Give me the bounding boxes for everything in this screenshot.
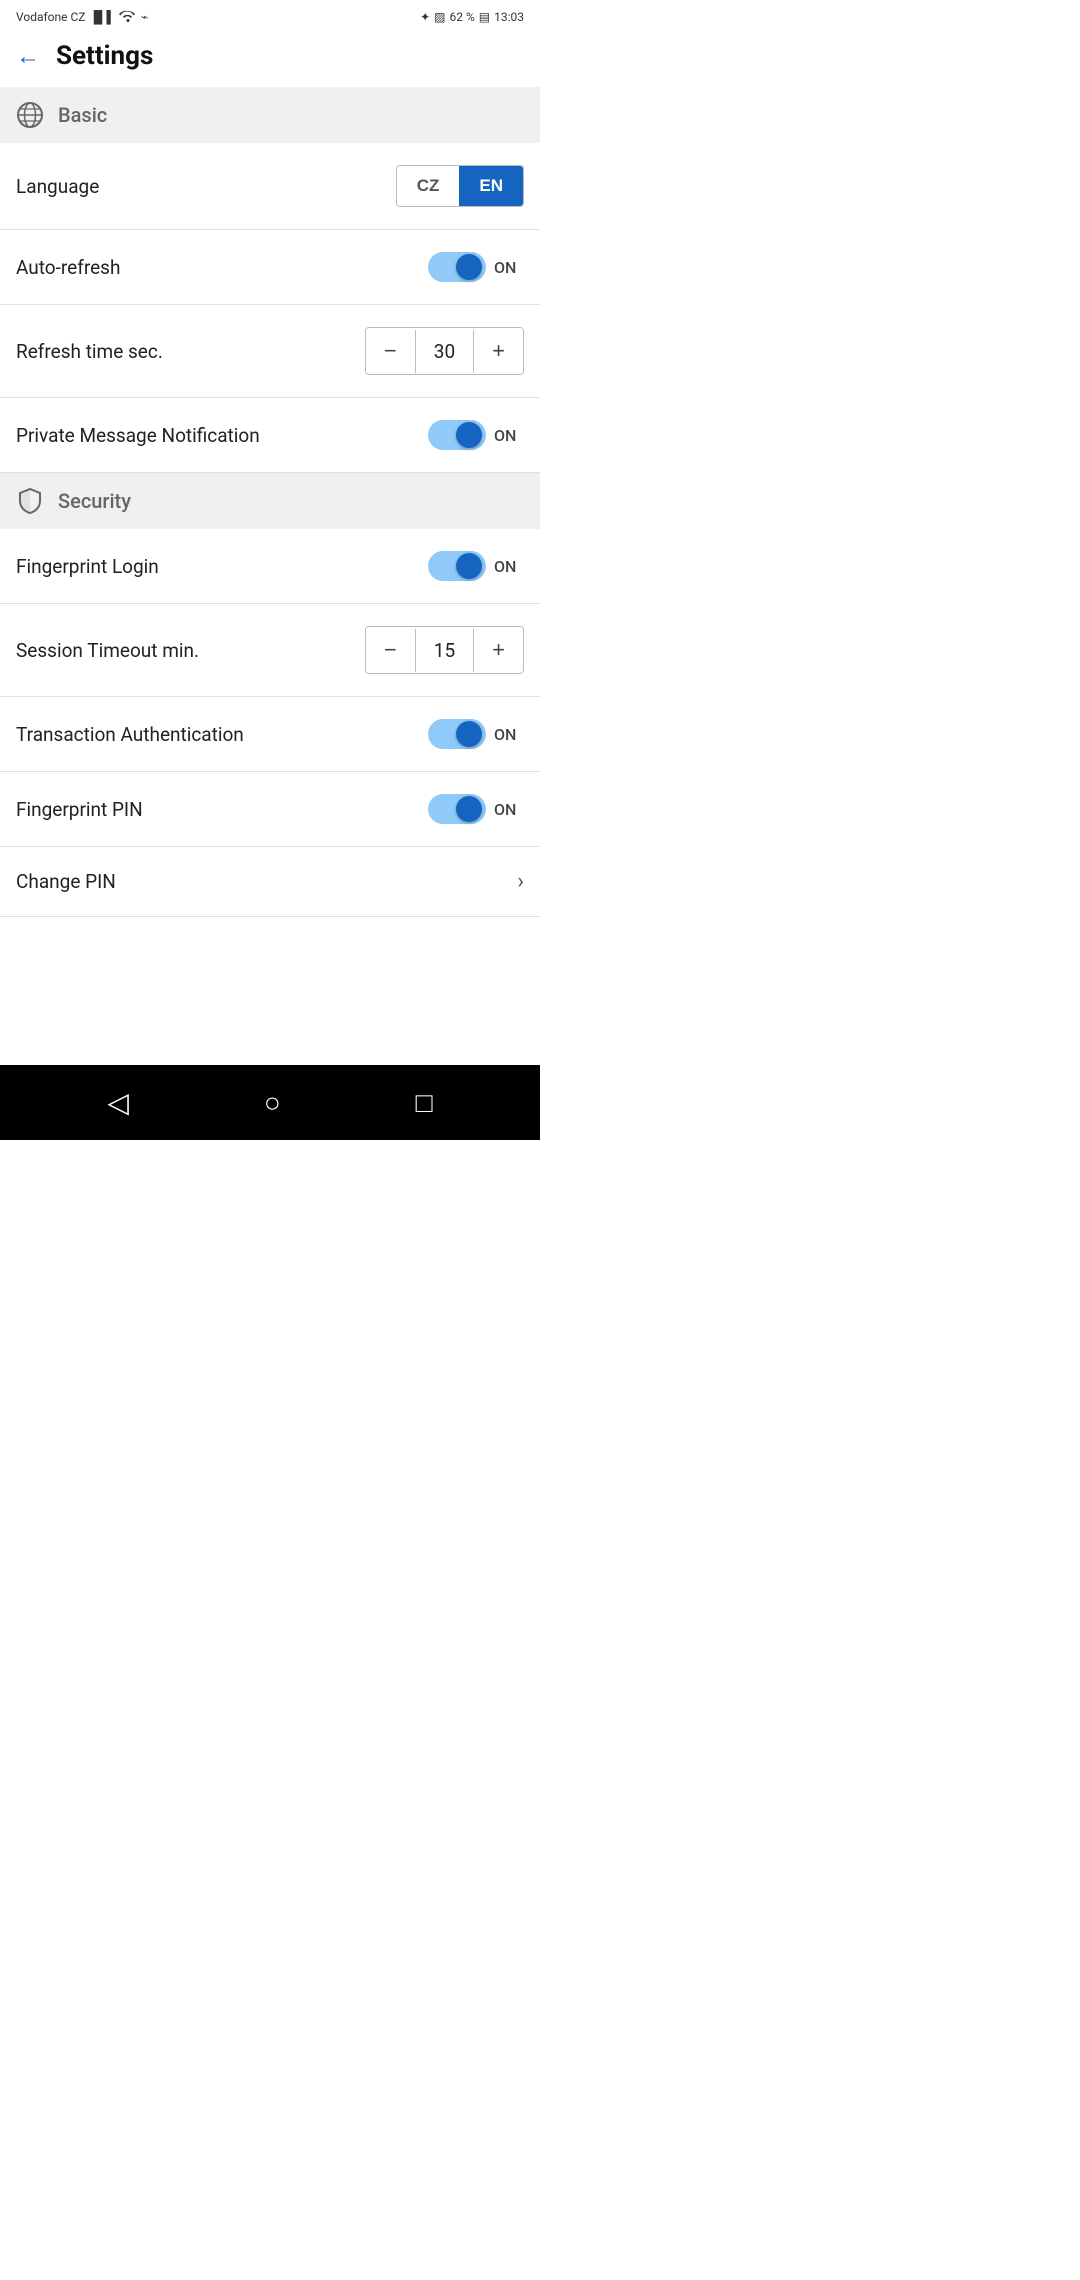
auto-refresh-toggle-container: ON bbox=[428, 252, 524, 282]
battery-icon: ▨ bbox=[434, 10, 445, 24]
status-bar: Vodafone CZ ▐▌▌ ⌁ ✦ ▨ 62 % ▤ 13:03 bbox=[0, 0, 540, 29]
fingerprint-pin-state: ON bbox=[494, 800, 524, 819]
status-right: ✦ ▨ 62 % ▤ 13:03 bbox=[420, 10, 524, 24]
session-timeout-increment-button[interactable]: + bbox=[474, 627, 523, 673]
transaction-auth-row: Transaction Authentication ON bbox=[0, 697, 540, 772]
auto-refresh-thumb bbox=[456, 254, 482, 280]
content-spacer bbox=[0, 917, 540, 1065]
private-message-label: Private Message Notification bbox=[16, 424, 260, 447]
auto-refresh-state: ON bbox=[494, 258, 524, 277]
fingerprint-login-label: Fingerprint Login bbox=[16, 555, 159, 578]
session-timeout-value: 15 bbox=[415, 629, 474, 672]
private-message-toggle[interactable] bbox=[428, 420, 486, 450]
fingerprint-login-row: Fingerprint Login ON bbox=[0, 529, 540, 604]
private-message-row: Private Message Notification ON bbox=[0, 398, 540, 473]
session-timeout-row: Session Timeout min. − 15 + bbox=[0, 604, 540, 697]
basic-section-label: Basic bbox=[58, 103, 107, 127]
auto-refresh-row: Auto-refresh ON bbox=[0, 230, 540, 305]
time-label: 13:03 bbox=[494, 10, 524, 24]
refresh-time-row: Refresh time sec. − 30 + bbox=[0, 305, 540, 398]
carrier-label: Vodafone CZ bbox=[16, 10, 86, 24]
refresh-time-stepper: − 30 + bbox=[365, 327, 524, 375]
session-timeout-decrement-button[interactable]: − bbox=[366, 627, 415, 673]
section-header-basic: Basic bbox=[0, 87, 540, 143]
private-message-thumb bbox=[456, 422, 482, 448]
language-toggle[interactable]: CZ EN bbox=[396, 165, 524, 207]
fingerprint-login-toggle[interactable] bbox=[428, 551, 486, 581]
fingerprint-pin-label: Fingerprint PIN bbox=[16, 798, 143, 821]
fingerprint-pin-row: Fingerprint PIN ON bbox=[0, 772, 540, 847]
globe-icon bbox=[16, 101, 44, 129]
session-timeout-stepper: − 15 + bbox=[365, 626, 524, 674]
nav-bar: ◁ ○ □ bbox=[0, 1065, 540, 1140]
back-button[interactable]: ← bbox=[16, 42, 40, 71]
page-title: Settings bbox=[56, 41, 153, 71]
auto-refresh-label: Auto-refresh bbox=[16, 256, 120, 279]
fingerprint-login-toggle-container: ON bbox=[428, 551, 524, 581]
change-pin-row[interactable]: Change PIN › bbox=[0, 847, 540, 917]
auto-refresh-toggle[interactable] bbox=[428, 252, 486, 282]
usb-icon: ⌁ bbox=[141, 10, 148, 24]
private-message-toggle-container: ON bbox=[428, 420, 524, 450]
refresh-time-label: Refresh time sec. bbox=[16, 340, 163, 363]
refresh-time-decrement-button[interactable]: − bbox=[366, 328, 415, 374]
nav-back-icon[interactable]: ◁ bbox=[107, 1086, 129, 1119]
change-pin-label: Change PIN bbox=[16, 870, 116, 893]
change-pin-arrow-icon: › bbox=[517, 869, 524, 894]
fingerprint-login-state: ON bbox=[494, 557, 524, 576]
language-row: Language CZ EN bbox=[0, 143, 540, 230]
signal-icon: ▐▌▌ bbox=[90, 10, 116, 24]
transaction-auth-toggle[interactable] bbox=[428, 719, 486, 749]
refresh-time-increment-button[interactable]: + bbox=[474, 328, 523, 374]
fingerprint-pin-thumb bbox=[456, 796, 482, 822]
transaction-auth-state: ON bbox=[494, 725, 524, 744]
sim-icon: ▤ bbox=[479, 10, 490, 24]
refresh-time-value: 30 bbox=[415, 330, 474, 373]
language-en-button[interactable]: EN bbox=[459, 166, 523, 206]
wifi-icon bbox=[119, 8, 137, 25]
security-section-label: Security bbox=[58, 489, 131, 513]
fingerprint-login-thumb bbox=[456, 553, 482, 579]
fingerprint-pin-toggle-container: ON bbox=[428, 794, 524, 824]
shield-icon bbox=[16, 487, 44, 515]
session-timeout-label: Session Timeout min. bbox=[16, 639, 199, 662]
nav-recent-icon[interactable]: □ bbox=[416, 1086, 433, 1119]
private-message-state: ON bbox=[494, 426, 524, 445]
transaction-auth-toggle-container: ON bbox=[428, 719, 524, 749]
status-left: Vodafone CZ ▐▌▌ ⌁ bbox=[16, 8, 148, 25]
transaction-auth-thumb bbox=[456, 721, 482, 747]
header: ← Settings bbox=[0, 29, 540, 87]
language-label: Language bbox=[16, 175, 99, 198]
transaction-auth-label: Transaction Authentication bbox=[16, 723, 244, 746]
language-cz-button[interactable]: CZ bbox=[397, 166, 460, 206]
section-header-security: Security bbox=[0, 473, 540, 529]
nav-home-icon[interactable]: ○ bbox=[264, 1086, 281, 1119]
fingerprint-pin-toggle[interactable] bbox=[428, 794, 486, 824]
bluetooth-icon: ✦ bbox=[420, 10, 430, 24]
battery-label: 62 % bbox=[450, 10, 475, 24]
